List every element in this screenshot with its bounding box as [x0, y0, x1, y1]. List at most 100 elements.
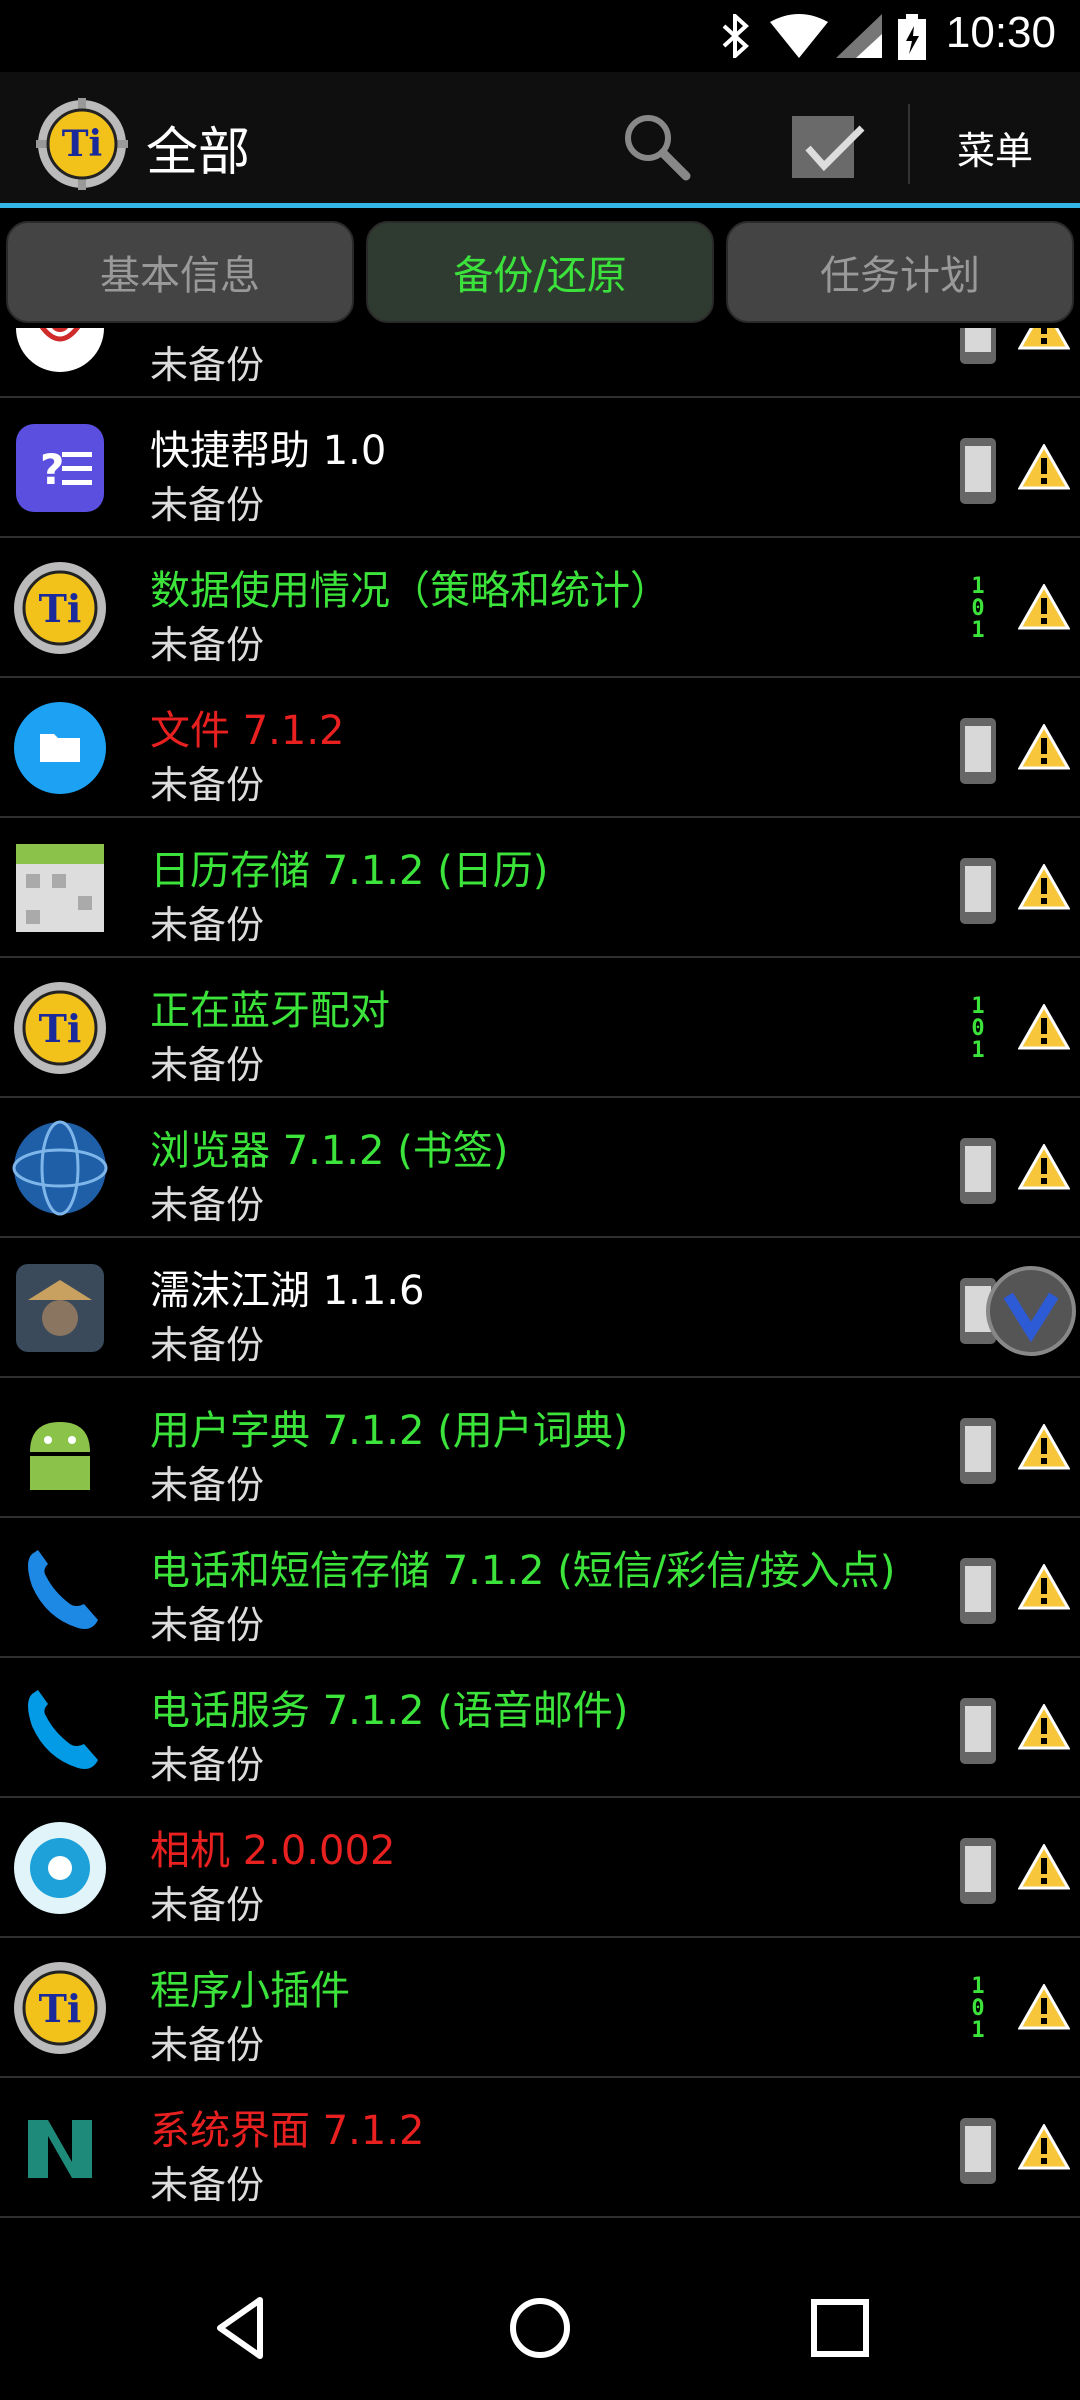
- action-bar: Ti 全部 菜单: [0, 72, 1080, 208]
- phone-storage-indicator-icon: [960, 2118, 996, 2184]
- app-name: 用户字典 7.1.2 (用户词典): [150, 1408, 629, 1454]
- phone-storage-indicator-icon: [960, 858, 996, 924]
- warning-icon: [1018, 444, 1070, 490]
- backup-status: 未备份: [150, 1043, 265, 1087]
- action-divider: [908, 104, 910, 184]
- app-list-item[interactable]: 日历存储 7.1.2 (日历) 未备份: [0, 818, 1080, 958]
- shortcut-help-icon: ?: [16, 424, 104, 512]
- app-name: 电话服务 7.1.2 (语音邮件): [150, 1688, 629, 1734]
- microphone-icon: [16, 328, 104, 372]
- browser-globe-icon: [12, 1120, 108, 1216]
- titanium-icon: Ti: [14, 982, 106, 1074]
- battery-icon: [898, 14, 926, 60]
- wifi-icon: [770, 14, 828, 58]
- titanium-icon: Ti: [14, 1962, 106, 2054]
- warning-icon: [1018, 1844, 1070, 1890]
- app-list-item[interactable]: ? 快捷帮助 1.0 未备份: [0, 398, 1080, 538]
- phone-storage-icon: [28, 1550, 98, 1629]
- binary-data-indicator-icon: 101: [971, 994, 985, 1063]
- phone-storage-indicator-icon: [960, 1838, 996, 1904]
- recents-icon[interactable]: [800, 2288, 880, 2368]
- clock: 10:30: [945, 8, 1056, 57]
- binary-data-indicator-icon: 101: [971, 574, 985, 643]
- backup-status: 未备份: [150, 1603, 265, 1647]
- backup-status: 未备份: [150, 2023, 265, 2067]
- backup-status: 未备份: [150, 903, 265, 947]
- warning-icon: [1018, 864, 1070, 910]
- app-list-item[interactable]: 浏览器 7.1.2 (书签) 未备份: [0, 1098, 1080, 1238]
- svg-text:Ti: Ti: [62, 123, 102, 165]
- backup-status: 未备份: [150, 1883, 265, 1927]
- batch-select-icon[interactable]: [788, 108, 866, 186]
- warning-icon: [1018, 1564, 1070, 1610]
- app-name: 相机 2.0.002: [150, 1828, 396, 1874]
- warning-icon: [1018, 1424, 1070, 1470]
- warning-icon: [1018, 1004, 1070, 1050]
- backup-status: 未备份: [150, 763, 265, 807]
- navigation-bar: [0, 2248, 1080, 2400]
- warning-icon: [1018, 328, 1070, 350]
- system-ui-icon: [28, 2120, 92, 2178]
- svg-text:Ti: Ti: [39, 1986, 82, 2031]
- backup-status: 未备份: [150, 343, 265, 387]
- app-list-item[interactable]: 相机 2.0.002 未备份: [0, 1798, 1080, 1938]
- app-name: 浏览器 7.1.2 (书签): [150, 1128, 509, 1174]
- app-list-item[interactable]: 电话服务 7.1.2 (语音邮件) 未备份: [0, 1658, 1080, 1798]
- app-name: 濡沫江湖 1.1.6: [150, 1268, 425, 1314]
- android-icon: [30, 1422, 90, 1490]
- app-name: 正在蓝牙配对: [150, 988, 390, 1034]
- phone-storage-indicator-icon: [960, 438, 996, 504]
- titanium-icon: Ti: [14, 562, 106, 654]
- app-name: 系统界面 7.1.2: [150, 2108, 425, 2154]
- titanium-backup-logo-icon[interactable]: Ti: [36, 98, 128, 190]
- menu-button[interactable]: 菜单: [930, 120, 1060, 175]
- app-list-item[interactable]: 濡沫江湖 1.1.6 未备份: [0, 1238, 1080, 1378]
- backup-status: 未备份: [150, 1463, 265, 1507]
- phone-storage-indicator-icon: [960, 328, 996, 364]
- svg-text:Ti: Ti: [39, 586, 82, 631]
- search-icon[interactable]: [620, 110, 692, 182]
- binary-data-indicator-icon: 101: [971, 1974, 985, 2043]
- backup-status: 未备份: [150, 1183, 265, 1227]
- status-bar: 10:30: [0, 0, 1080, 72]
- warning-icon: [1018, 584, 1070, 630]
- phone-storage-indicator-icon: [960, 1698, 996, 1764]
- app-name: 数据使用情况（策略和统计）: [150, 568, 670, 614]
- tab-schedules[interactable]: 任务计划: [726, 221, 1074, 323]
- cell-signal-icon: [836, 14, 882, 58]
- app-list-item[interactable]: 系统界面 7.1.2 未备份: [0, 2078, 1080, 2218]
- backup-status: 未备份: [150, 1743, 265, 1787]
- phone-storage-indicator-icon: [960, 718, 996, 784]
- tab-basic-info[interactable]: 基本信息: [6, 221, 354, 323]
- tab-bar: 基本信息 备份/还原 任务计划: [0, 213, 1080, 328]
- app-name: 日历存储 7.1.2 (日历): [150, 848, 549, 894]
- app-list-item[interactable]: Ti 正在蓝牙配对 未备份 1 0 1: [0, 958, 1080, 1098]
- home-icon[interactable]: [500, 2288, 580, 2368]
- svg-text:Ti: Ti: [39, 1006, 82, 1051]
- camera-icon: [14, 1822, 106, 1914]
- phone-storage-indicator-icon: [960, 1558, 996, 1624]
- back-icon[interactable]: [202, 2288, 282, 2368]
- files-icon: [14, 702, 106, 794]
- app-list-item[interactable]: Ti 数据使用情况（策略和统计） 未备份 1 0 1: [0, 538, 1080, 678]
- app-list-item[interactable]: 电话和短信存储 7.1.2 (短信/彩信/接入点) 未备份: [0, 1518, 1080, 1658]
- backup-status: 未备份: [150, 623, 265, 667]
- floating-overlay-button[interactable]: [986, 1266, 1076, 1356]
- app-name: 程序小插件: [150, 1968, 350, 2014]
- app-list-item[interactable]: 用户字典 7.1.2 (用户词典) 未备份: [0, 1378, 1080, 1518]
- phone-storage-indicator-icon: [960, 1138, 996, 1204]
- tab-backup-restore[interactable]: 备份/还原: [366, 221, 714, 323]
- backup-status: 未备份: [150, 1323, 265, 1367]
- bluetooth-icon: [722, 14, 749, 58]
- app-list-item[interactable]: Ti 程序小插件未备份 1 0 1: [0, 1938, 1080, 2078]
- app-list-item[interactable]: 文件 7.1.2 未备份: [0, 678, 1080, 818]
- backup-status: 未备份: [150, 2163, 265, 2207]
- floating-v-icon: [1003, 1292, 1059, 1343]
- warning-icon: [1018, 1144, 1070, 1190]
- warning-icon: [1018, 724, 1070, 770]
- app-list-item[interactable]: 未备份: [0, 328, 1080, 398]
- page-title: 全部: [146, 123, 251, 183]
- app-list: 未备份 ? 快捷帮助 1.0 未备份 Ti 数据使用情况（策略和统计） 未备份 1 0 1 文件 7…: [0, 328, 1080, 2248]
- warning-icon: [1018, 2124, 1070, 2170]
- app-name: 文件 7.1.2: [150, 708, 345, 754]
